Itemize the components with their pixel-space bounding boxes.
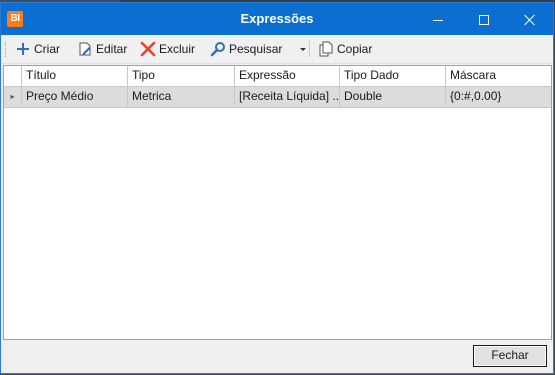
row-indicator-icon: ▸: [4, 87, 22, 107]
cell-mascara[interactable]: {0:#,0.00}: [446, 87, 551, 107]
editar-button[interactable]: Editar: [75, 38, 131, 60]
copiar-label: Copiar: [337, 42, 373, 56]
excluir-button[interactable]: Excluir: [138, 38, 199, 60]
cell-expressao[interactable]: [Receita Líquida] ...: [235, 87, 340, 107]
cell-tipo-dado[interactable]: Double: [340, 87, 446, 107]
grid-header: Título Tipo Expressão Tipo Dado Máscara: [4, 66, 551, 87]
title-bar: BI Expressões: [1, 3, 553, 35]
expressoes-dialog: BI Expressões Criar Editar Excluir Pesqu…: [0, 2, 554, 374]
column-header-tipo[interactable]: Tipo: [128, 66, 235, 86]
delete-x-icon: [140, 41, 156, 57]
close-window-button[interactable]: [507, 3, 553, 35]
pesquisar-dropdown-button[interactable]: [293, 38, 315, 60]
column-header-tipo-dado[interactable]: Tipo Dado: [340, 66, 446, 86]
excluir-label: Excluir: [159, 42, 196, 56]
search-icon: [210, 42, 225, 57]
pesquisar-button[interactable]: Pesquisar: [208, 38, 286, 60]
toolbar-grip[interactable]: [5, 42, 8, 57]
table-row[interactable]: ▸ Preço Médio Metrica [Receita Líquida] …: [4, 87, 551, 108]
column-header-mascara[interactable]: Máscara: [446, 66, 551, 86]
minimize-button[interactable]: [415, 3, 461, 35]
column-header-expressao[interactable]: Expressão: [235, 66, 340, 86]
maximize-button[interactable]: [461, 3, 507, 35]
column-header-titulo[interactable]: Título: [22, 66, 128, 86]
plus-icon: [17, 43, 29, 55]
copy-icon: [319, 41, 333, 57]
copiar-button[interactable]: Copiar: [316, 38, 376, 60]
criar-button[interactable]: Criar: [13, 38, 64, 60]
toolbar-separator: [309, 41, 310, 57]
fechar-button[interactable]: Fechar: [473, 345, 547, 367]
expressions-grid[interactable]: Título Tipo Expressão Tipo Dado Máscara …: [3, 65, 552, 340]
dialog-footer: Fechar: [1, 340, 553, 373]
criar-label: Criar: [34, 42, 60, 56]
maximize-icon: [479, 15, 489, 26]
pesquisar-label: Pesquisar: [229, 42, 283, 56]
header-indicator: [4, 66, 22, 86]
cell-tipo[interactable]: Metrica: [128, 87, 235, 107]
editar-label: Editar: [96, 42, 128, 56]
toolbar: Criar Editar Excluir Pesquisar Copiar: [1, 35, 553, 64]
minimize-icon: [433, 19, 443, 21]
edit-icon: [79, 42, 91, 56]
close-icon: [524, 14, 536, 26]
cell-titulo[interactable]: Preço Médio: [22, 87, 128, 107]
